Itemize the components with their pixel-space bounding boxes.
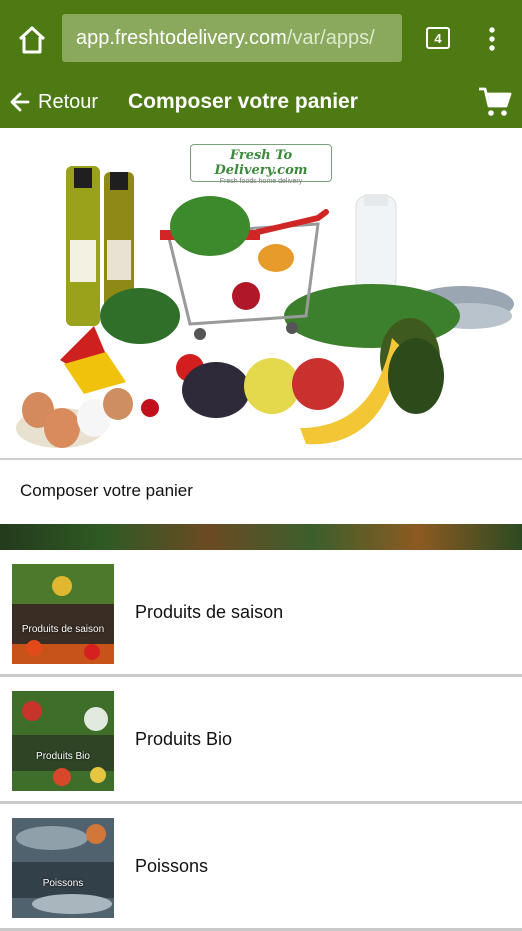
url-path: /var/apps/ [286,26,375,49]
category-produits-bio[interactable]: Produits Bio Produits Bio [0,677,522,804]
category-label: Produits de saison [135,602,284,622]
arrow-left-icon [10,92,30,112]
category-thumbnail: Produits de saison [12,564,114,664]
browser-toolbar: app.freshtodelivery.com/var/apps/ 4 [0,0,522,76]
thumbnail-caption: Poissons [42,878,84,889]
category-label: Poissons [135,856,209,876]
cart-icon[interactable] [478,86,512,118]
page-title: Composer votre panier [128,90,358,113]
thumbnail-caption: Produits Bio [36,751,90,762]
more-vert-icon[interactable] [482,24,502,54]
back-label: Retour [38,90,99,113]
app-header: Retour Composer votre panier [0,76,522,128]
decorative-strip [0,524,522,550]
category-label: Produits Bio [135,729,233,749]
tab-count: 4 [434,30,442,46]
thumbnail-caption: Produits de saison [21,624,105,635]
section-title: Composer votre panier [0,458,522,524]
banner-image: Fresh To Delivery.com Fresh foods home d… [0,128,522,458]
category-thumbnail: Poissons [12,818,114,918]
back-button[interactable]: Retour [8,76,98,128]
home-icon[interactable] [14,22,50,58]
category-poissons[interactable]: Poissons Poissons [0,804,522,931]
url-bar[interactable]: app.freshtodelivery.com/var/apps/ [62,14,402,62]
category-produits-de-saison[interactable]: Produits de saison Produits de saison [0,550,522,677]
category-list: Produits de saison Produits de saison Pr… [0,550,522,931]
groceries-illustration [16,166,514,448]
tabs-icon[interactable]: 4 [426,27,450,49]
category-thumbnail: Produits Bio [12,691,114,791]
url-host: app.freshtodelivery.com [76,26,287,49]
